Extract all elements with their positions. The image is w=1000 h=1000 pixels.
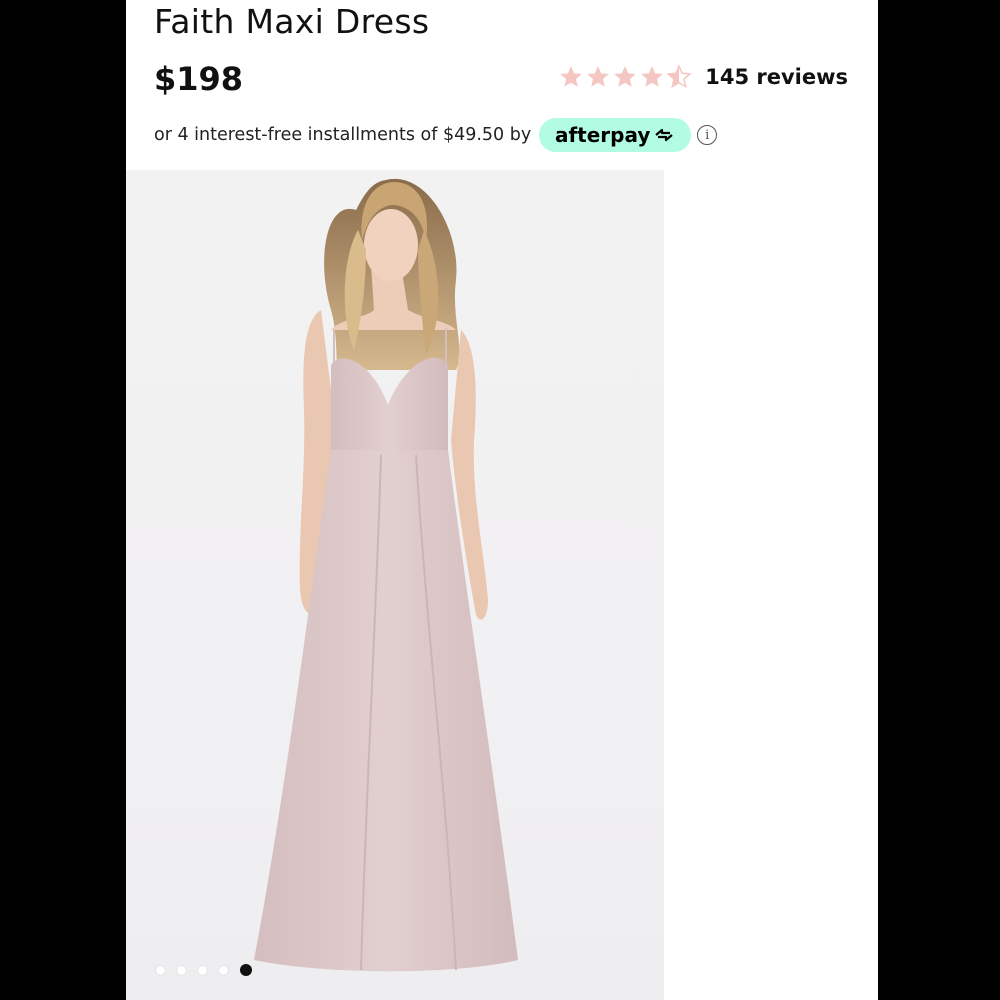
carousel-dot-active[interactable] <box>240 964 252 976</box>
star-icon <box>587 66 610 87</box>
afterpay-row: or 4 interest-free installments of $49.5… <box>154 118 718 152</box>
info-icon[interactable]: i <box>697 125 718 145</box>
star-icon <box>560 66 583 87</box>
carousel-dot[interactable] <box>219 965 228 975</box>
carousel-dot[interactable] <box>156 965 165 975</box>
afterpay-badge[interactable]: afterpay <box>539 118 692 152</box>
installments-text: or 4 interest-free installments of $49.5… <box>154 125 532 145</box>
carousel-dot[interactable] <box>177 965 186 975</box>
half-star-icon <box>666 64 692 89</box>
carousel-dot[interactable] <box>198 965 207 975</box>
star-icon <box>614 66 637 87</box>
product-page: Faith Maxi Dress $198 145 reviews or 4 i… <box>126 0 878 1000</box>
star-icon <box>641 66 664 87</box>
image-carousel-dots <box>156 964 264 976</box>
star-rating <box>558 64 693 90</box>
afterpay-arrows-icon <box>655 128 674 142</box>
product-image[interactable] <box>126 170 664 1000</box>
product-price: $198 <box>154 60 244 98</box>
model-in-dress-illustration <box>254 178 518 972</box>
rating-summary[interactable]: 145 reviews <box>558 64 848 90</box>
product-title: Faith Maxi Dress <box>154 2 430 41</box>
afterpay-logo-text: afterpay <box>554 123 651 147</box>
reviews-count-link[interactable]: 145 reviews <box>705 65 848 89</box>
